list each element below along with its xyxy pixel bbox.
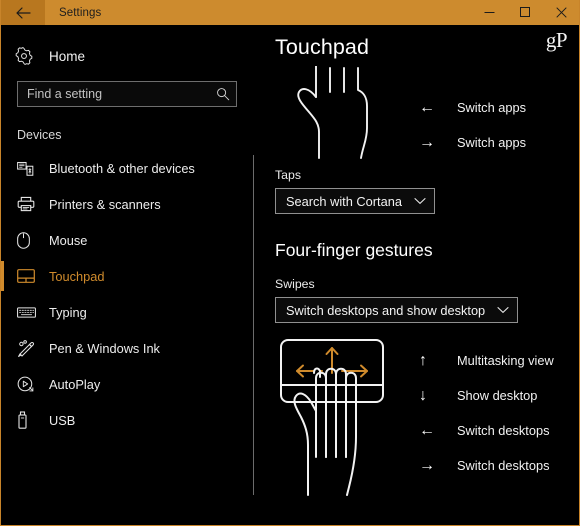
pen-icon <box>17 339 45 357</box>
sidebar-item-mouse[interactable]: Mouse <box>1 222 251 258</box>
printer-icon <box>17 196 45 212</box>
chevron-down-icon <box>414 197 426 205</box>
touchpad-icon <box>17 269 45 283</box>
arrow-left-icon: ← <box>419 421 435 439</box>
gesture-label: Switch apps <box>457 100 526 115</box>
gear-icon <box>15 47 45 65</box>
four-finger-gesture-block: ↑ Multitasking view ↓ Show desktop ← Swi… <box>275 337 579 502</box>
sidebar-item-label: Typing <box>49 304 87 320</box>
sidebar-item-label: Pen & Windows Ink <box>49 340 160 356</box>
swipes-setting: Swipes Switch desktops and show desktop <box>275 277 579 323</box>
arrow-down-icon: ↓ <box>419 386 427 404</box>
gesture-label: Show desktop <box>457 388 538 403</box>
title-bar: Settings <box>1 0 579 25</box>
window-controls <box>471 0 579 25</box>
sidebar-item-printers-scanners[interactable]: Printers & scanners <box>1 186 251 222</box>
gesture-label: Switch desktops <box>457 423 550 438</box>
sidebar-item-label: Touchpad <box>49 268 105 284</box>
search-input[interactable] <box>27 87 216 101</box>
search-box[interactable] <box>17 81 237 107</box>
gesture-row: ↑ Multitasking view <box>419 343 554 378</box>
window-body: Home Devices <box>1 25 579 524</box>
watermark: gP <box>545 28 568 52</box>
sidebar-item-pen-windows-ink[interactable]: Pen & Windows Ink <box>1 330 251 366</box>
sidebar-item-typing[interactable]: Typing <box>1 294 251 330</box>
gesture-row: → Switch desktops <box>419 448 554 483</box>
taps-setting: Taps Search with Cortana <box>275 168 579 214</box>
usb-icon <box>17 411 45 429</box>
swipes-dropdown-value: Switch desktops and show desktop <box>286 302 486 318</box>
maximize-button[interactable] <box>507 0 543 25</box>
arrow-left-icon: ← <box>419 98 435 116</box>
taps-dropdown[interactable]: Search with Cortana <box>275 188 435 214</box>
autoplay-icon <box>17 376 45 393</box>
page-title: Touchpad <box>275 35 370 59</box>
gesture-label: Switch apps <box>457 135 526 150</box>
arrow-right-icon: → <box>419 456 435 474</box>
taps-label: Taps <box>275 168 301 182</box>
search-icon[interactable] <box>216 87 230 101</box>
four-finger-touchpad-illustration <box>275 337 405 502</box>
gesture-row: ↓ Show desktop <box>419 378 554 413</box>
three-finger-hand-illustration <box>275 65 405 166</box>
three-finger-gesture-block: ← Switch apps → Switch apps <box>275 65 579 166</box>
gesture-label: Switch desktops <box>457 458 550 473</box>
four-finger-heading: Four-finger gestures <box>275 240 433 260</box>
sidebar-item-label: Printers & scanners <box>49 196 161 212</box>
three-finger-gesture-list: ← Switch apps → Switch apps <box>405 66 526 166</box>
sidebar-item-label: Mouse <box>49 232 88 248</box>
close-button[interactable] <box>543 0 579 25</box>
bluetooth-devices-icon <box>17 161 45 176</box>
arrow-left-icon <box>16 6 31 19</box>
swipes-dropdown[interactable]: Switch desktops and show desktop <box>275 297 519 323</box>
sidebar-item-autoplay[interactable]: AutoPlay <box>1 366 251 402</box>
arrow-up-icon: ↑ <box>419 351 427 369</box>
minimize-button[interactable] <box>471 0 507 25</box>
sidebar-group-title: Devices <box>17 128 62 142</box>
sidebar-item-usb[interactable]: USB <box>1 402 251 438</box>
sidebar-item-label: AutoPlay <box>49 376 101 392</box>
chevron-down-icon <box>497 306 509 314</box>
sidebar-item-bluetooth-other-devices[interactable]: Bluetooth & other devices <box>1 150 251 186</box>
settings-window: Settings Home Find a setting Devices Blu… <box>0 0 580 526</box>
sidebar: Home Devices <box>1 25 251 524</box>
sidebar-item-touchpad[interactable]: Touchpad <box>1 258 251 294</box>
sidebar-item-label: Bluetooth & other devices <box>49 160 195 176</box>
gesture-label: Multitasking view <box>457 353 554 368</box>
four-finger-gesture-list: ↑ Multitasking view ↓ Show desktop ← Swi… <box>405 337 554 502</box>
close-icon <box>555 7 567 18</box>
sidebar-item-label: Home <box>49 48 86 64</box>
maximize-icon <box>519 7 530 17</box>
swipes-label: Swipes <box>275 277 315 291</box>
keyboard-icon <box>17 306 45 319</box>
gesture-row: ← Switch desktops <box>419 413 554 448</box>
taps-dropdown-value: Search with Cortana <box>286 193 402 209</box>
gesture-row: ← Switch apps <box>419 90 526 125</box>
content-pane: gP Touchpad ← Switch apps → Switch apps … <box>251 25 579 524</box>
window-title: Settings <box>59 6 102 19</box>
arrow-right-icon: → <box>419 133 435 151</box>
sidebar-item-label: USB <box>49 412 76 428</box>
back-button[interactable] <box>1 0 45 25</box>
minimize-icon <box>484 12 494 13</box>
sidebar-item-home[interactable]: Home <box>1 41 251 71</box>
gesture-row: → Switch apps <box>419 125 526 160</box>
mouse-icon <box>17 231 45 249</box>
